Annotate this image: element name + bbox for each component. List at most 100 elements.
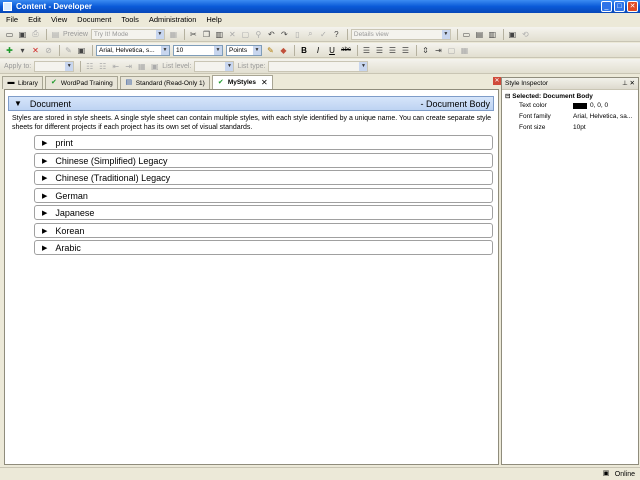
expand-icon[interactable]: ▶ [42,227,47,235]
spellcheck-icon[interactable]: ✓ [318,29,329,40]
menu-file[interactable]: File [6,15,18,24]
bullet-list-icon[interactable]: ☷ [84,61,95,72]
section-arabic[interactable]: ▶ Arabic [34,240,493,255]
bookmark-icon[interactable]: ▯ [292,29,303,40]
view-select[interactable]: Details view ▼ [350,28,451,40]
tab-mystyles[interactable]: ✔ MyStyles ✕ [211,75,273,89]
delete-icon[interactable]: ✕ [227,29,238,40]
indent-list-icon[interactable]: ⇥ [123,61,134,72]
section-chinese-simplified[interactable]: ▶ Chinese (Simplified) Legacy [34,153,493,168]
expand-icon[interactable]: ▶ [42,174,47,182]
redo-icon[interactable]: ↷ [279,29,290,40]
expand-icon[interactable]: ▶ [42,244,47,252]
tab-standard[interactable]: ▤ Standard (Read-Only 1) [119,76,210,89]
preview-icon[interactable]: ▤ [50,29,61,40]
disable-icon[interactable]: ⊘ [43,45,54,56]
close-pane-icon[interactable]: ✕ [493,77,501,85]
list-level-select[interactable]: ▼ [194,60,235,72]
size-unit-value: Points [229,46,248,54]
property-row-font-size[interactable]: Font size 10pt [502,122,638,133]
tab-library[interactable]: ▬ Library [2,76,43,89]
align-right-icon[interactable]: ☰ [387,45,398,56]
table-icon[interactable]: ▦ [136,61,147,72]
strikethrough-button[interactable]: abc [340,45,352,56]
inspector-title-bar: Style Inspector ⊥ ✕ [502,78,638,90]
underline-button[interactable]: U [326,45,338,56]
minimize-button[interactable]: _ [601,1,612,12]
help-icon[interactable]: ? [331,29,342,40]
split-horizontal-icon[interactable]: ▤ [474,29,485,40]
justify-icon[interactable]: ☰ [400,45,411,56]
align-center-icon[interactable]: ☰ [374,45,385,56]
outdent-icon[interactable]: ⇤ [110,61,121,72]
expand-icon[interactable]: ▶ [42,209,47,217]
document-header[interactable]: ▼ Document - Document Body [8,96,494,111]
property-row-font-family[interactable]: Font family Arial, Helvetica, sa... [502,111,638,122]
publish-icon[interactable]: ▦ [168,29,179,40]
maximize-button[interactable]: □ [614,1,625,12]
split-vertical-icon[interactable]: ▥ [487,29,498,40]
section-korean[interactable]: ▶ Korean [34,223,493,238]
numbered-list-icon[interactable]: ☷ [97,61,108,72]
layout-icon[interactable]: ▭ [461,29,472,40]
fill-color-icon[interactable]: ◆ [278,45,289,56]
close-button[interactable]: ✕ [627,1,638,12]
add-icon[interactable]: ✚ [4,45,15,56]
shading-icon[interactable]: ▦ [459,45,470,56]
property-row-text-color[interactable]: Text color 0, 0, 0 [502,100,638,111]
menu-edit[interactable]: Edit [28,15,41,24]
section-label: Arabic [55,242,81,253]
print-icon[interactable]: ⎙ [30,29,41,40]
highlight-icon[interactable]: ✎ [265,45,276,56]
italic-button[interactable]: I [312,45,324,56]
bold-button[interactable]: B [298,45,310,56]
close-tab-icon[interactable]: ✕ [261,78,268,87]
checkin-icon[interactable]: ⟲ [520,29,531,40]
menu-administration[interactable]: Administration [149,15,197,24]
expand-icon[interactable]: ▶ [42,157,47,165]
font-size-select[interactable]: 10 ▼ [173,44,223,56]
paste-icon[interactable]: ▥ [214,29,225,40]
copy-icon[interactable]: ❐ [201,29,212,40]
properties-icon[interactable]: ▢ [240,29,251,40]
preview-button[interactable]: Preview [63,31,88,38]
undo-icon[interactable]: ↶ [266,29,277,40]
style-sheet-icon[interactable]: ▣ [76,45,87,56]
chevron-down-icon[interactable]: ▾ [17,45,28,56]
checkout-icon[interactable]: ▣ [507,29,518,40]
cut-icon[interactable]: ✂ [188,29,199,40]
collapse-icon[interactable]: ⊟ [505,93,510,100]
indent-icon[interactable]: ⇥ [433,45,444,56]
image-icon[interactable]: ▣ [149,61,160,72]
menu-document[interactable]: Document [77,15,111,24]
edit-style-icon[interactable]: ✎ [63,45,74,56]
list-type-select[interactable]: ▼ [268,60,369,72]
link-icon[interactable]: ⚲ [253,29,264,40]
menu-help[interactable]: Help [206,15,221,24]
spacing-icon[interactable]: ⇕ [420,45,431,56]
expand-icon[interactable]: ▶ [42,192,47,200]
section-chinese-traditional[interactable]: ▶ Chinese (Traditional) Legacy [34,170,493,185]
find-icon[interactable]: ⌕ [305,29,316,40]
mode-select[interactable]: Try It! Mode ▼ [90,28,165,40]
tab-wordpad-training[interactable]: ✔ WordPad Training [44,76,118,89]
collapse-icon[interactable]: ▼ [14,99,22,108]
save-icon[interactable]: ▣ [17,29,28,40]
new-icon[interactable]: ▭ [4,29,15,40]
font-family-select[interactable]: Arial, Helvetica, s... ▼ [96,44,170,56]
inspector-section[interactable]: ⊟ Selected: Document Body [505,92,638,100]
menu-tools[interactable]: Tools [121,15,139,24]
section-print[interactable]: ▶ print [34,135,493,150]
remove-icon[interactable]: ✕ [30,45,41,56]
align-left-icon[interactable]: ☰ [361,45,372,56]
section-german[interactable]: ▶ German [34,188,493,203]
expand-icon[interactable]: ▶ [42,139,47,147]
close-icon[interactable]: ✕ [630,80,635,87]
border-icon[interactable]: ▢ [446,45,457,56]
pin-icon[interactable]: ⊥ [622,80,628,87]
apply-to-select[interactable]: ▼ [34,60,75,72]
formatting-toolbar: ✚ ▾ ✕ ⊘ ✎ ▣ Arial, Helvetica, s... ▼ 10 … [0,43,640,58]
size-unit-select[interactable]: Points ▼ [226,44,262,56]
section-japanese[interactable]: ▶ Japanese [34,205,493,220]
menu-view[interactable]: View [51,15,67,24]
